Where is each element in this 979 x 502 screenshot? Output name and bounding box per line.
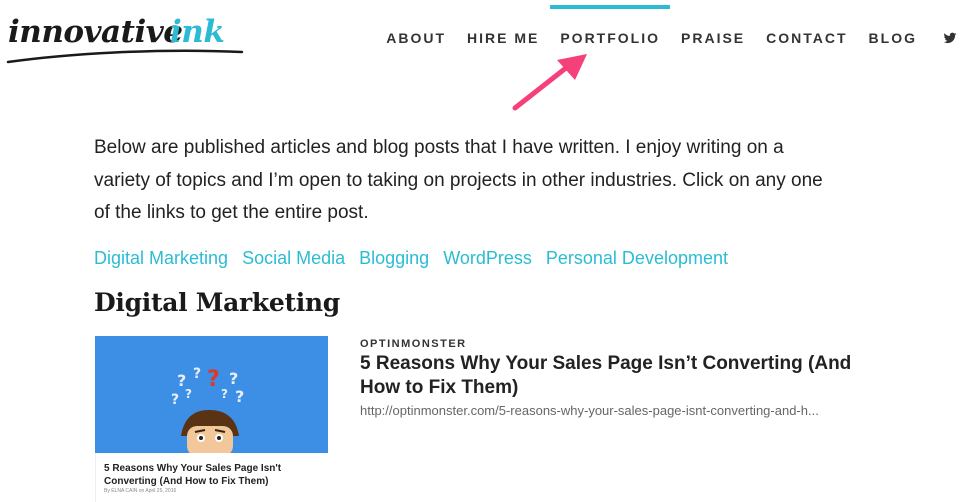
main-nav: ABOUT HIRE ME PORTFOLIO PRAISE CONTACT B… xyxy=(365,0,957,70)
nav-item-contact[interactable]: CONTACT xyxy=(766,24,847,46)
nav-item-blog[interactable]: BLOG xyxy=(869,24,917,46)
nav-item-portfolio[interactable]: PORTFOLIO xyxy=(550,5,670,46)
thumbnail-illustration: ? ? ? ? ? ? ? ? xyxy=(95,336,328,456)
svg-text:?: ? xyxy=(207,367,220,392)
svg-text:?: ? xyxy=(221,387,228,401)
svg-text:?: ? xyxy=(193,366,201,382)
nav-item-hire-me[interactable]: HIRE ME xyxy=(467,24,539,46)
article-url[interactable]: http://optinmonster.com/5-reasons-why-yo… xyxy=(360,403,819,418)
intro-paragraph: Below are published articles and blog po… xyxy=(94,137,823,223)
svg-text:?: ? xyxy=(235,387,244,406)
svg-text:?: ? xyxy=(185,387,192,401)
article-source: OPTINMONSTER xyxy=(360,338,467,350)
category-link-wordpress[interactable]: WordPress xyxy=(443,248,532,269)
logo-word-main: innovative xyxy=(8,14,183,50)
category-links: Digital Marketing Social Media Blogging … xyxy=(94,248,742,269)
thumbnail-caption: 5 Reasons Why Your Sales Page Isn't Conv… xyxy=(104,463,282,487)
nav-item-praise[interactable]: PRAISE xyxy=(681,24,745,46)
article-thumbnail[interactable]: ? ? ? ? ? ? ? ? 5 Reasons Why Your Sales… xyxy=(95,336,328,502)
section-title: Digital Marketing xyxy=(94,288,340,317)
site-logo[interactable]: innovative ink xyxy=(6,6,246,66)
annotation-arrow-icon xyxy=(512,54,587,111)
category-link-social-media[interactable]: Social Media xyxy=(242,248,345,269)
category-link-digital-marketing[interactable]: Digital Marketing xyxy=(94,248,228,269)
nav-item-about[interactable]: ABOUT xyxy=(386,24,446,46)
logo-word-accent: ink xyxy=(170,14,225,50)
category-link-personal-development[interactable]: Personal Development xyxy=(546,248,728,269)
svg-text:?: ? xyxy=(171,392,179,408)
article-title-link[interactable]: 5 Reasons Why Your Sales Page Isn’t Conv… xyxy=(360,352,880,400)
svg-text:?: ? xyxy=(229,369,238,388)
thumbnail-byline: By ELNA CAIN on April 25, 2016 xyxy=(104,488,177,494)
category-link-blogging[interactable]: Blogging xyxy=(359,248,429,269)
confused-person-icon: ? ? ? ? ? ? ? ? xyxy=(171,366,244,456)
twitter-icon[interactable] xyxy=(943,25,957,45)
